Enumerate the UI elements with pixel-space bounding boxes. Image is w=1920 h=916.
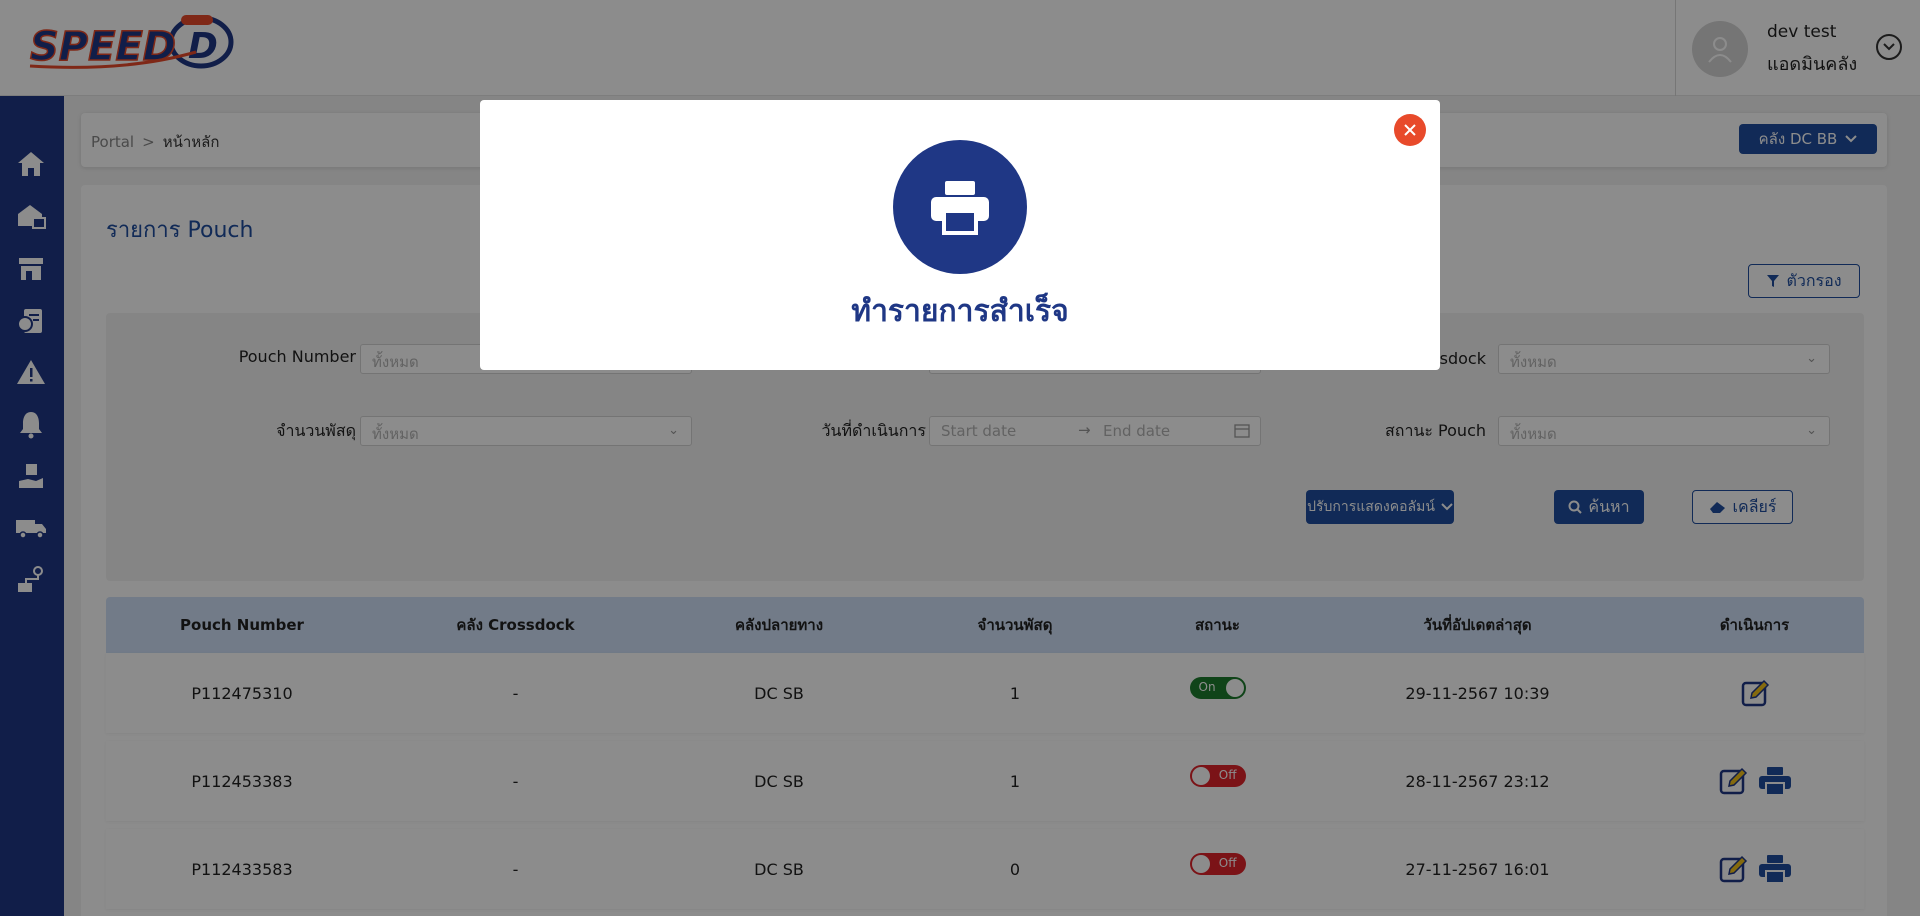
printer-icon	[893, 140, 1027, 274]
success-message: ทำรายการสำเร็จ	[851, 294, 1069, 329]
modal-overlay[interactable]: ทำรายการสำเร็จ	[0, 0, 1920, 916]
close-icon[interactable]	[1394, 114, 1426, 146]
success-modal: ทำรายการสำเร็จ	[480, 100, 1440, 370]
